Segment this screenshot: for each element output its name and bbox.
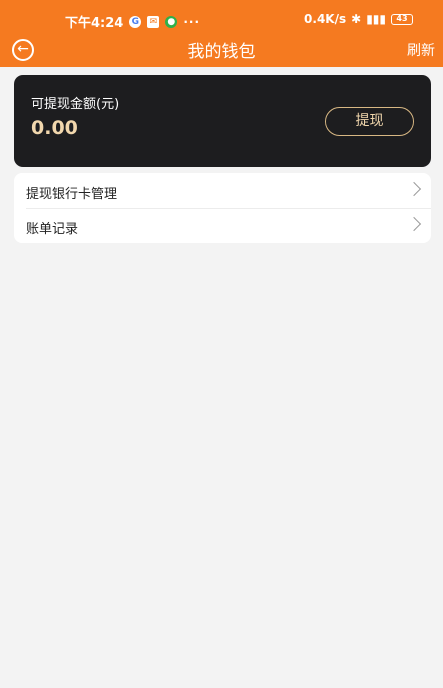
- chat-notification-icon: ●: [165, 15, 178, 28]
- page-title: 我的钱包: [187, 42, 256, 62]
- app-header: 下午4:24 G ✉ ● ··· 0.4K/s ✱ ▮▮▮ 43 ← 我的钱包 …: [0, 0, 443, 67]
- wallet-balance-card: 可提现金额(元) 0.00 提现: [14, 75, 431, 167]
- status-right: 0.4K/s ✱ ▮▮▮ 43: [304, 12, 413, 26]
- menu-item-bill-records[interactable]: 账单记录: [14, 208, 431, 243]
- nav-bar: ← 我的钱包 刷新: [0, 34, 443, 67]
- chevron-right-icon: [406, 216, 422, 232]
- network-speed: 0.4K/s: [304, 12, 347, 26]
- menu-item-label: 账单记录: [26, 222, 79, 237]
- menu-item-label: 提现银行卡管理: [26, 187, 118, 202]
- more-notifications-icon: ···: [183, 14, 201, 29]
- withdraw-button[interactable]: 提现: [325, 107, 414, 136]
- balance-amount: 0.00: [31, 117, 78, 139]
- status-time: 下午4:24: [65, 16, 124, 31]
- wallet-menu: 提现银行卡管理 账单记录: [14, 173, 431, 243]
- battery-icon: 43: [391, 13, 413, 25]
- mail-notification-icon: ✉: [147, 15, 160, 28]
- balance-label: 可提现金额(元): [31, 97, 120, 112]
- bluetooth-icon: ✱: [351, 12, 362, 26]
- status-bar: 下午4:24 G ✉ ● ··· 0.4K/s ✱ ▮▮▮ 43: [0, 0, 443, 34]
- chevron-right-icon: [406, 181, 422, 197]
- signal-icon: ▮▮▮: [366, 12, 386, 26]
- status-left: 下午4:24 G ✉ ● ···: [65, 12, 201, 32]
- g-notification-icon: G: [129, 15, 142, 28]
- refresh-button[interactable]: 刷新: [407, 40, 435, 60]
- menu-item-bank-card[interactable]: 提现银行卡管理: [14, 173, 431, 209]
